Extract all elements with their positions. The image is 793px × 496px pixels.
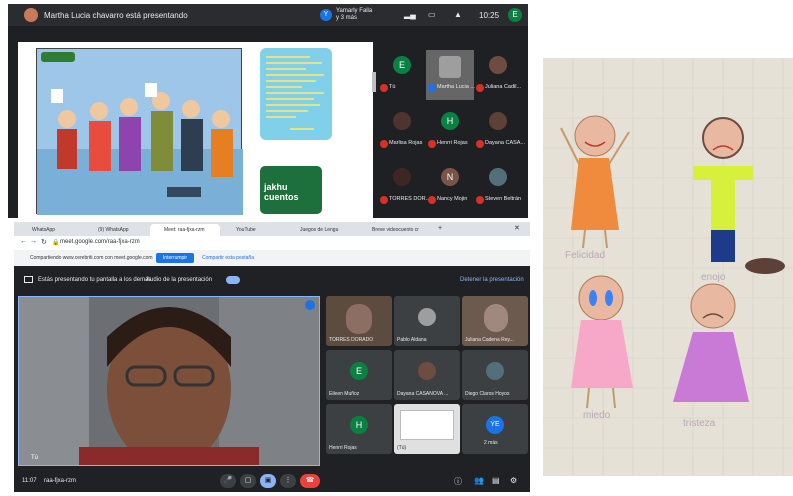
viewer-name: Yamarly Falla — [336, 8, 373, 14]
label-felicidad: Felicidad — [565, 250, 606, 261]
mic-off-icon — [380, 84, 388, 92]
present-button[interactable]: ▣ — [260, 474, 276, 488]
self-preview — [400, 410, 454, 440]
more-options-button[interactable]: ⋮ — [280, 474, 296, 488]
end-call-button[interactable]: ☎ — [300, 474, 320, 488]
mic-off-icon — [476, 196, 484, 204]
video-tile[interactable]: TORRES DORADO — [326, 296, 392, 346]
viewer-chip[interactable]: Y Yamarly Falla y 3 más — [320, 7, 392, 23]
label-enojo: enojo — [701, 272, 726, 283]
scrollbar[interactable] — [372, 72, 376, 92]
comic-illustration — [37, 83, 243, 215]
people-icon[interactable]: 👥 — [474, 476, 484, 485]
tab-meet[interactable]: Meet: raa-fjxa-rzm — [150, 224, 220, 236]
shared-screen: jakhu cuentos — [18, 42, 376, 218]
meeting-code: raa-fjxa-rzm — [44, 478, 77, 484]
presentation-audio-toggle[interactable] — [226, 276, 240, 284]
video-tile[interactable]: Pablo Aldana — [394, 296, 460, 346]
speaking-icon — [305, 300, 315, 310]
forward-icon[interactable]: → — [30, 238, 37, 245]
participant-tile[interactable]: H Henrri Rojas — [426, 106, 474, 156]
call-time: 11:07 — [22, 478, 37, 484]
presenter-banner: Martha Lucia chavarro está presentando — [44, 11, 188, 20]
interrupt-button[interactable]: Interrumpir — [156, 253, 194, 263]
present-screen-icon — [24, 276, 33, 283]
mic-button[interactable]: 🎤 — [220, 474, 236, 488]
label-tristeza: tristeza — [683, 418, 716, 429]
presenting-text: Estás presentando tu pantalla a los demá… — [38, 277, 152, 283]
video-tile[interactable]: H Henrri Rojas — [326, 404, 392, 454]
participant-tile[interactable]: Steven Beltrán — [474, 162, 522, 212]
jakhu-cuentos-card[interactable]: jakhu cuentos — [260, 166, 322, 214]
participant-tile[interactable]: TORRES DOR... — [378, 162, 430, 212]
tab-juegos[interactable]: Juegos de Lengu — [286, 224, 356, 236]
browser-tab-strip: WhatsApp (9) WhatsApp Meet: raa-fjxa-rzm… — [14, 222, 530, 236]
chat-icon[interactable]: ▤ — [492, 476, 500, 485]
desktop-meet-screenshot: WhatsApp (9) WhatsApp Meet: raa-fjxa-rzm… — [14, 222, 530, 492]
participant-tile[interactable]: N Nancy Mojin — [426, 162, 474, 212]
info-icon[interactable]: ⓘ — [454, 476, 462, 487]
stop-presenting-link[interactable]: Detener la presentación — [460, 277, 524, 283]
share-bar-text: Compartiendo www.cerebriti.com con meet.… — [30, 255, 153, 261]
main-tile-name: Tú — [31, 455, 39, 461]
mic-off-icon — [428, 140, 436, 148]
presenter-video — [19, 297, 319, 465]
video-tile[interactable]: (Tú) — [394, 404, 460, 454]
participant-tile[interactable]: Martha Lucia ... — [426, 50, 475, 100]
battery-icon: ▭ — [428, 10, 436, 19]
tab-videocuento[interactable]: Breve videocuento cr — [358, 224, 430, 236]
video-tile[interactable]: YE 2 más — [462, 404, 528, 454]
camera-button[interactable]: ▢ — [240, 474, 256, 488]
child-drawing-photo: Felicidad enojo miedo tristeza — [543, 58, 793, 476]
presentation-audio-label: Audio de la presentación — [146, 277, 213, 283]
tab-whatsapp[interactable]: WhatsApp — [18, 224, 82, 236]
participant-tile[interactable]: Juliana Cadil... — [474, 50, 522, 100]
participant-tile[interactable]: E Tú — [378, 50, 426, 100]
self-avatar[interactable]: E — [508, 8, 522, 22]
activities-icon[interactable]: ⚙ — [510, 476, 517, 485]
mobile-meet-screenshot: Martha Lucia chavarro está presentando Y… — [8, 4, 528, 218]
word-list-card — [260, 48, 332, 140]
speaking-icon — [428, 84, 436, 92]
mic-off-icon — [476, 84, 484, 92]
url-text[interactable]: meet.google.com/raa-fjxa-rzm — [60, 239, 140, 245]
viewer-avatar: Y — [320, 9, 332, 21]
tab-whatsapp-2[interactable]: (9) WhatsApp — [84, 224, 148, 236]
mobile-header: Martha Lucia chavarro está presentando Y… — [8, 4, 528, 26]
presenting-bar: Estás presentando tu pantalla a los demá… — [14, 266, 530, 294]
back-icon[interactable]: ← — [20, 238, 27, 245]
signal-icon: ▂▄ — [404, 10, 416, 19]
presenter-avatar — [24, 8, 38, 22]
new-tab-icon[interactable]: + — [438, 225, 442, 232]
mic-off-icon — [476, 140, 484, 148]
viewer-more: y 3 más — [336, 15, 358, 21]
wifi-icon: ▲ — [454, 10, 462, 19]
share-this-tab-link[interactable]: Compartir esta pestaña — [202, 255, 254, 261]
call-controls: 11:07 raa-fjxa-rzm 🎤 ▢ ▣ ⋮ ☎ ⓘ 👥 ▤ ⚙ — [14, 470, 530, 492]
mic-off-icon — [380, 196, 388, 204]
main-video-tile[interactable]: Tú — [18, 296, 320, 466]
emotions-drawing — [543, 58, 793, 476]
mic-off-icon — [428, 196, 436, 204]
video-tile[interactable]: Dayana CASANOVA ... — [394, 350, 460, 400]
tab-youtube[interactable]: YouTube — [222, 224, 284, 236]
mic-off-icon — [380, 140, 388, 148]
label-miedo: miedo — [583, 410, 611, 421]
participant-tile[interactable]: Marlisa Rojas — [378, 106, 426, 156]
video-tile[interactable]: Diego Claros Hoyos — [462, 350, 528, 400]
lock-icon: 🔒 — [52, 240, 60, 246]
video-tile[interactable]: Juliana Cadena Rey... — [462, 296, 528, 346]
address-bar[interactable]: ← → ↻ 🔒 meet.google.com/raa-fjxa-rzm — [14, 236, 530, 250]
tab-share-bar: Compartiendo www.cerebriti.com con meet.… — [14, 250, 530, 266]
video-tile[interactable]: E Eileen Muñoz — [326, 350, 392, 400]
comic-slide — [36, 48, 243, 215]
close-window-icon[interactable]: ✕ — [514, 224, 520, 232]
clock: 10:25 — [479, 11, 500, 20]
participant-grid: E Tú Martha Lucia ... Juliana Cadil... M… — [378, 50, 528, 218]
participant-tile[interactable]: Dayana CASA... — [474, 106, 525, 156]
reload-icon[interactable]: ↻ — [41, 238, 47, 246]
